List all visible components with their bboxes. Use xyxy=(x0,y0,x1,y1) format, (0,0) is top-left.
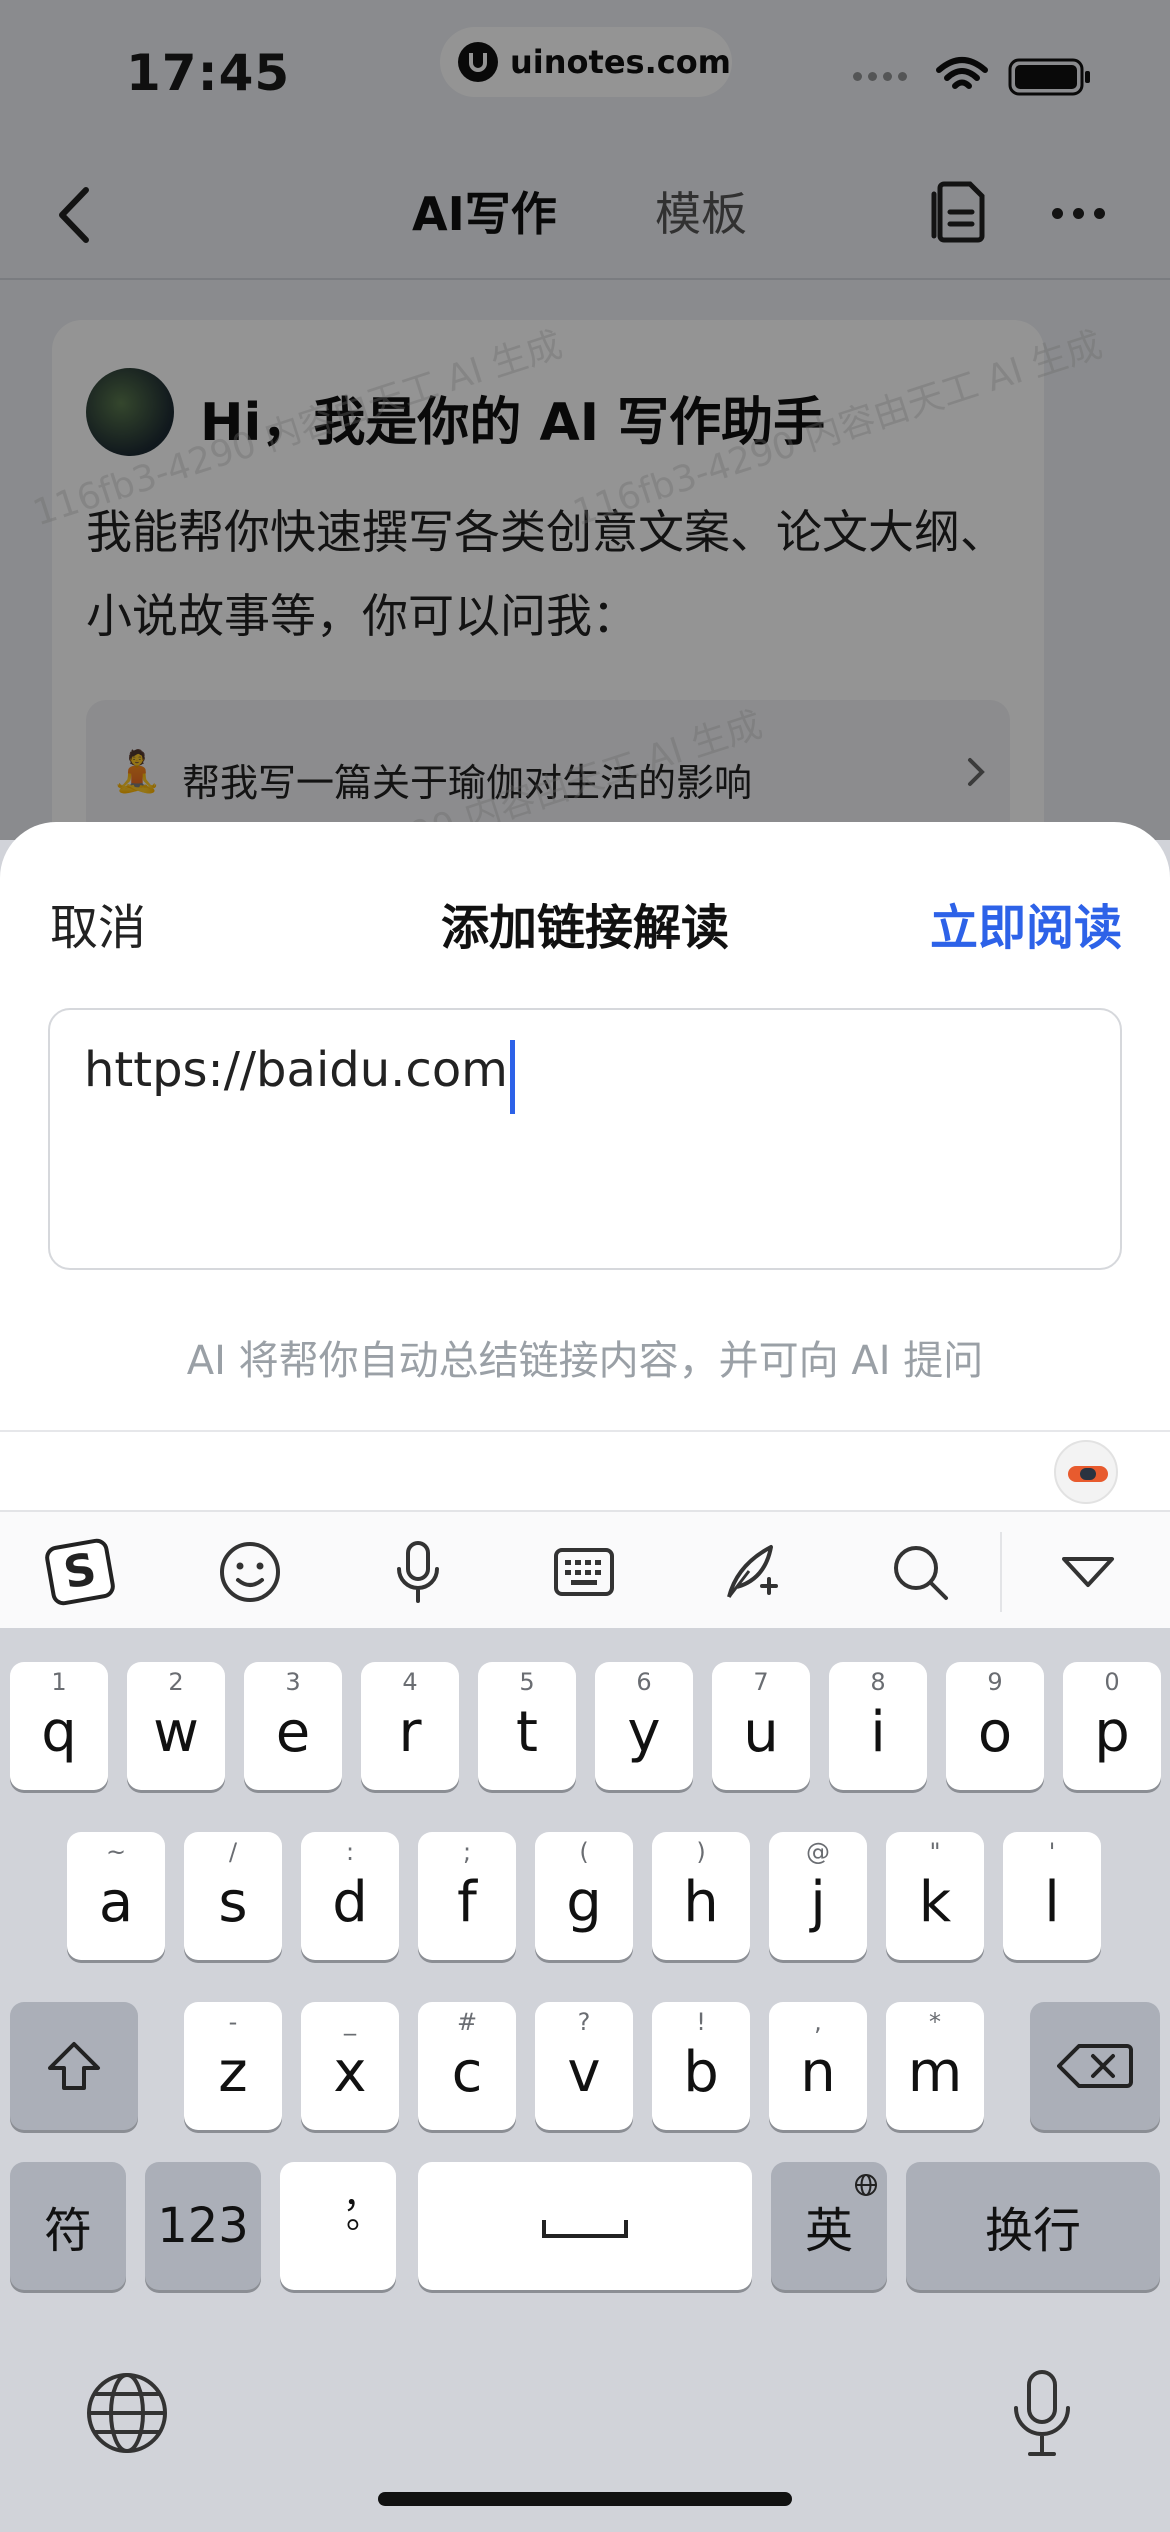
key-h[interactable]: ) h xyxy=(652,1832,750,1960)
key-w[interactable]: 2w xyxy=(127,1662,225,1790)
mascot-icon[interactable] xyxy=(1054,1440,1118,1504)
key-b[interactable]: ! b xyxy=(652,2002,750,2130)
key-s[interactable]: / s xyxy=(184,1832,282,1960)
add-link-sheet: 添加链接解读 取消 立即阅读 https://baidu.com AI 将帮你自… xyxy=(0,822,1170,1512)
key-z[interactable]: -z xyxy=(184,2002,282,2130)
key-k[interactable]: " k xyxy=(886,1832,984,1960)
delete-key[interactable] xyxy=(1030,2002,1160,2130)
return-key[interactable]: 换行 xyxy=(906,2162,1160,2290)
ai-quill-icon[interactable] xyxy=(716,1536,788,1608)
key-c[interactable]: # c xyxy=(418,2002,516,2130)
collapse-keyboard-icon[interactable] xyxy=(1052,1536,1124,1608)
key-u[interactable]: 7u xyxy=(712,1662,810,1790)
voice-input-icon[interactable] xyxy=(382,1536,454,1608)
key-d[interactable]: :d xyxy=(301,1832,399,1960)
key-e[interactable]: 3e xyxy=(244,1662,342,1790)
key-o[interactable]: 9o xyxy=(946,1662,1044,1790)
shift-icon xyxy=(48,2042,100,2090)
sogou-logo-icon[interactable]: S xyxy=(44,1536,116,1608)
key-a[interactable]: ~ a xyxy=(67,1832,165,1960)
key-y[interactable]: 6y xyxy=(595,1662,693,1790)
link-input-value: https://baidu.com xyxy=(84,1042,508,1098)
punctuation-key[interactable]: ，。 xyxy=(280,2162,396,2290)
dictation-mic-icon[interactable] xyxy=(1010,2368,1074,2458)
keyboard-toolbar: S xyxy=(0,1510,1170,1628)
backspace-icon xyxy=(1057,2044,1133,2088)
key-m[interactable]: * m xyxy=(886,2002,984,2130)
globe-small-icon xyxy=(855,2174,877,2196)
shift-key[interactable] xyxy=(10,2002,138,2130)
link-input[interactable]: https://baidu.com xyxy=(48,1008,1122,1270)
cancel-button[interactable]: 取消 xyxy=(50,888,146,958)
key-r[interactable]: 4r xyxy=(361,1662,459,1790)
symbols-key[interactable]: 符 xyxy=(10,2162,126,2290)
space-key[interactable] xyxy=(418,2162,752,2290)
key-l[interactable]: ' l xyxy=(1003,1832,1101,1960)
keyboard-icon[interactable] xyxy=(548,1536,620,1608)
key-i[interactable]: 8i xyxy=(829,1662,927,1790)
key-f[interactable]: ; f xyxy=(418,1832,516,1960)
background-app: 17:45 uinotes.com AI写作 模板 Hi，我是你的 AI 写作助… xyxy=(0,0,1170,840)
toolbar-divider xyxy=(1000,1532,1002,1612)
space-icon xyxy=(542,2220,628,2238)
keyboard: 1q 2w 3e 4r 5t 6y 7u 8i 9o 0p ~ a / s :d ;… xyxy=(0,1628,1170,2532)
key-t[interactable]: 5t xyxy=(478,1662,576,1790)
numbers-key[interactable]: 123 xyxy=(145,2162,261,2290)
key-v[interactable]: ? v xyxy=(535,2002,633,2130)
sheet-hint: AI 将帮你自动总结链接内容，并可向 AI 提问 xyxy=(186,1338,984,1384)
key-q[interactable]: 1q xyxy=(10,1662,108,1790)
read-now-button[interactable]: 立即阅读 xyxy=(930,888,1122,958)
globe-icon[interactable] xyxy=(84,2370,170,2456)
modal-scrim[interactable] xyxy=(0,0,1170,840)
home-indicator[interactable] xyxy=(378,2492,792,2506)
key-p[interactable]: 0p xyxy=(1063,1662,1161,1790)
key-n[interactable]: ,n xyxy=(769,2002,867,2130)
divider xyxy=(0,1430,1170,1432)
text-caret xyxy=(509,1039,515,1114)
key-x[interactable]: _ x xyxy=(301,2002,399,2130)
language-key[interactable]: 英 xyxy=(771,2162,887,2290)
key-j[interactable]: @ j xyxy=(769,1832,867,1960)
emoji-icon[interactable] xyxy=(214,1536,286,1608)
search-icon[interactable] xyxy=(884,1536,956,1608)
key-g[interactable]: (g xyxy=(535,1832,633,1960)
